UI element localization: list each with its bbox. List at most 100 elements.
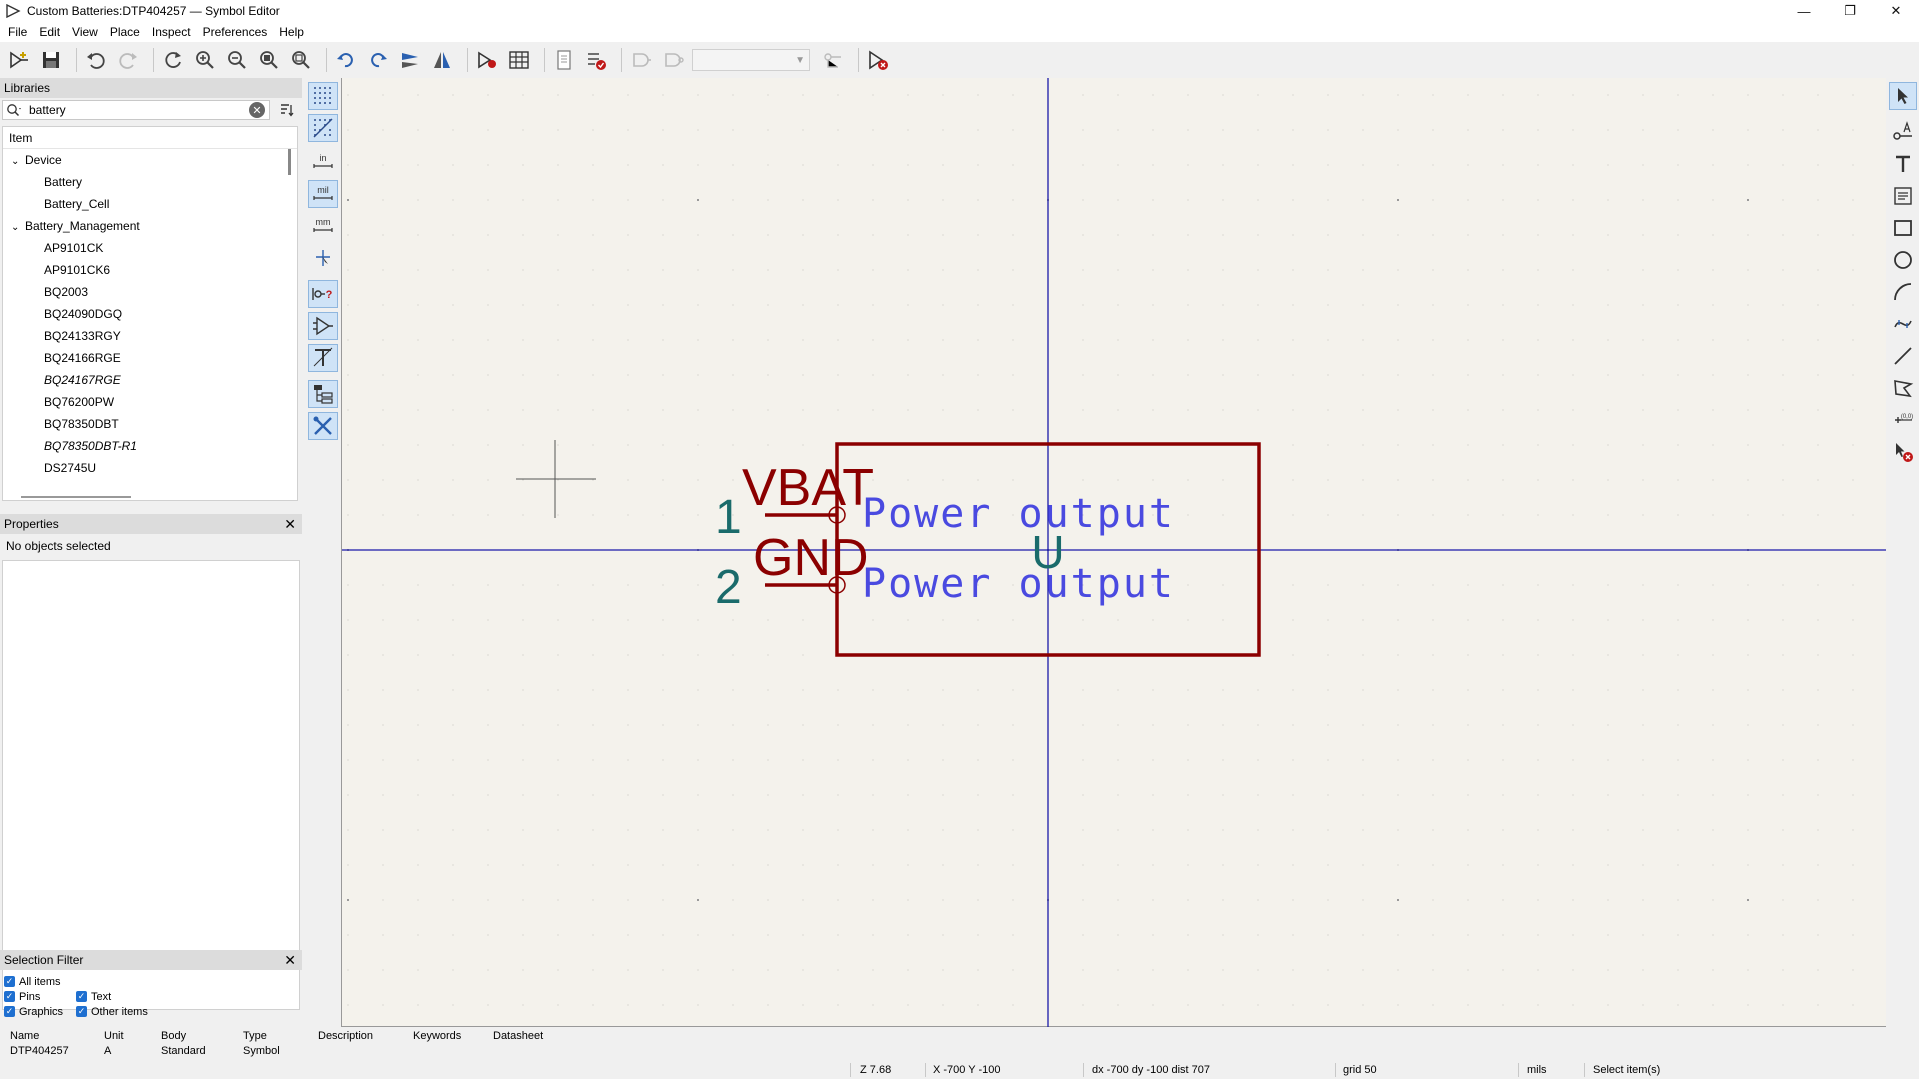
list-item[interactable]: Battery [3, 171, 297, 193]
show-body-style-button[interactable] [628, 47, 654, 73]
add-bezier-button[interactable] [1889, 310, 1917, 338]
grid-dot [1817, 94, 1819, 96]
units-mils-button[interactable]: mil [308, 180, 338, 208]
list-item[interactable]: Battery_Cell [3, 193, 297, 215]
units-mm-button[interactable]: mm [308, 212, 338, 240]
grid-dot [1432, 444, 1434, 446]
menu-preferences[interactable]: Preferences [203, 25, 268, 39]
list-item[interactable]: AP9101CK [3, 237, 297, 259]
vertical-scrollbar[interactable] [288, 149, 291, 175]
zoom-out-button[interactable] [224, 47, 250, 73]
filter-graphics-checkbox[interactable]: ✓ Graphics [4, 1004, 76, 1019]
cursor-shape-button[interactable] [308, 244, 338, 272]
symbol-hierarchy-button[interactable] [308, 380, 338, 408]
add-circle-button[interactable] [1889, 246, 1917, 274]
list-item[interactable]: BQ76200PW [3, 391, 297, 413]
zoom-in-button[interactable] [192, 47, 218, 73]
grid-dot [767, 269, 769, 271]
toggle-grid-button[interactable] [308, 82, 338, 110]
list-item[interactable]: BQ24166RGE [3, 347, 297, 369]
mirror-horizontal-button[interactable] [429, 47, 455, 73]
save-button[interactable] [38, 47, 64, 73]
select-tool-button[interactable] [1889, 82, 1917, 110]
symbol-canvas[interactable]: 1 VBAT Power output 2 GND Power output U [341, 78, 1887, 1027]
grid-dot [1432, 199, 1434, 201]
rotate-ccw-button[interactable] [333, 47, 359, 73]
add-polygon-button[interactable] [1889, 374, 1917, 402]
close-selection-filter-icon[interactable]: ✕ [284, 952, 296, 969]
filter-all-items-checkbox[interactable]: ✓ All items [4, 974, 294, 989]
list-item[interactable]: AP9101CK6 [3, 259, 297, 281]
list-item[interactable]: BQ24090DGQ [3, 303, 297, 325]
show-pin-electrical-type-button[interactable]: ? [308, 280, 338, 308]
grid-dot [1292, 934, 1294, 936]
filter-pins-checkbox[interactable]: ✓ Pins [4, 989, 76, 1004]
library-group-battery-management[interactable]: ⌄ Battery_Management [3, 215, 297, 237]
add-text-button[interactable] [1889, 150, 1917, 178]
menu-place[interactable]: Place [110, 25, 140, 39]
menu-file[interactable]: File [8, 25, 27, 39]
horizontal-scrollbar[interactable] [21, 496, 131, 498]
menu-view[interactable]: View [72, 25, 98, 39]
set-anchor-button[interactable]: (0,0) [1889, 406, 1917, 434]
grid-dot [1677, 794, 1679, 796]
add-rectangle-button[interactable] [1889, 214, 1917, 242]
close-window-button[interactable]: ✕ [1873, 0, 1919, 22]
list-item[interactable]: BQ78350DBT-R1 [3, 435, 297, 457]
close-properties-icon[interactable]: ✕ [284, 516, 296, 533]
clear-search-icon[interactable]: ✕ [249, 102, 265, 118]
refresh-button[interactable] [160, 47, 186, 73]
filter-other-items-checkbox[interactable]: ✓ Other items [76, 1004, 148, 1019]
library-search-input[interactable]: battery [25, 103, 249, 117]
unit-selector-dropdown[interactable]: ▼ [692, 49, 810, 71]
grid-dot [487, 444, 489, 446]
add-arc-button[interactable] [1889, 278, 1917, 306]
line-icon [1894, 347, 1912, 365]
units-inches-button[interactable]: in [308, 148, 338, 176]
undo-button[interactable] [83, 47, 109, 73]
sort-button[interactable] [276, 100, 298, 120]
pin-table-button[interactable] [506, 47, 532, 73]
menu-inspect[interactable]: Inspect [152, 25, 191, 39]
library-search-field[interactable]: battery ✕ [2, 100, 270, 120]
mirror-vertical-button[interactable] [397, 47, 423, 73]
grid-dot [1117, 164, 1119, 166]
grid-override-button[interactable] [308, 114, 338, 142]
minimize-button[interactable]: — [1781, 0, 1827, 22]
add-pin-button[interactable] [1889, 118, 1917, 146]
show-alternate-body-button[interactable] [660, 47, 686, 73]
list-item[interactable]: BQ78350DBT [3, 413, 297, 435]
list-item[interactable]: BQ24133RGY [3, 325, 297, 347]
menu-edit[interactable]: Edit [39, 25, 60, 39]
maximize-button[interactable]: ❐ [1827, 0, 1873, 22]
grid-dot [802, 444, 804, 446]
rotate-cw-button[interactable] [365, 47, 391, 73]
list-item[interactable]: DS2745U [3, 457, 297, 479]
grid-dot [452, 199, 454, 201]
zoom-selection-button[interactable] [288, 47, 314, 73]
show-hidden-pins-button[interactable] [308, 312, 338, 340]
menu-help[interactable]: Help [279, 25, 304, 39]
symbol-properties-button[interactable] [474, 47, 500, 73]
grid-dot [1292, 409, 1294, 411]
sync-pins-button[interactable] [820, 47, 846, 73]
new-symbol-button[interactable] [6, 47, 32, 73]
grid-dot [1712, 934, 1714, 936]
add-line-button[interactable] [1889, 342, 1917, 370]
filter-text-checkbox[interactable]: ✓ Text [76, 989, 111, 1004]
check-symbol-button[interactable] [583, 47, 609, 73]
symbol-checker-button[interactable] [865, 47, 891, 73]
properties-manager-button[interactable] [308, 412, 338, 440]
delete-tool-button[interactable] [1889, 438, 1917, 466]
redo-button[interactable] [115, 47, 141, 73]
list-item[interactable]: BQ24167RGE [3, 369, 297, 391]
show-hidden-fields-button[interactable] [308, 344, 338, 372]
grid-dot [417, 619, 419, 621]
grid-dot [347, 584, 349, 586]
zoom-fit-button[interactable] [256, 47, 282, 73]
datasheet-button[interactable] [551, 47, 577, 73]
reference-designator[interactable]: U [1031, 526, 1064, 578]
library-group-device[interactable]: ⌄ Device [3, 149, 297, 171]
list-item[interactable]: BQ2003 [3, 281, 297, 303]
add-textbox-button[interactable] [1889, 182, 1917, 210]
